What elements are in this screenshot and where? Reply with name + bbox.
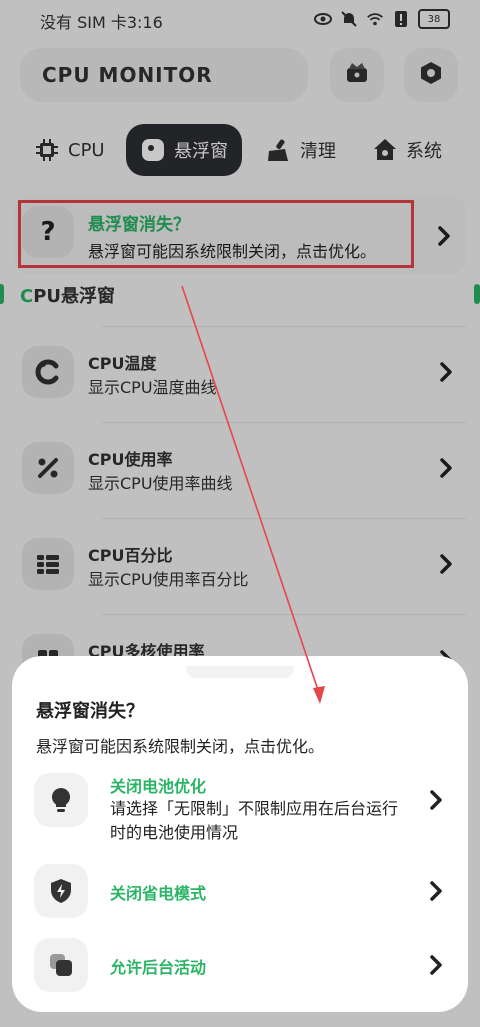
app-screen: 没有 SIM 卡3:16 38 CPU MONITOR CPU 悬浮窗 清理 系… xyxy=(0,0,480,1027)
annotation-arrow xyxy=(181,285,325,704)
